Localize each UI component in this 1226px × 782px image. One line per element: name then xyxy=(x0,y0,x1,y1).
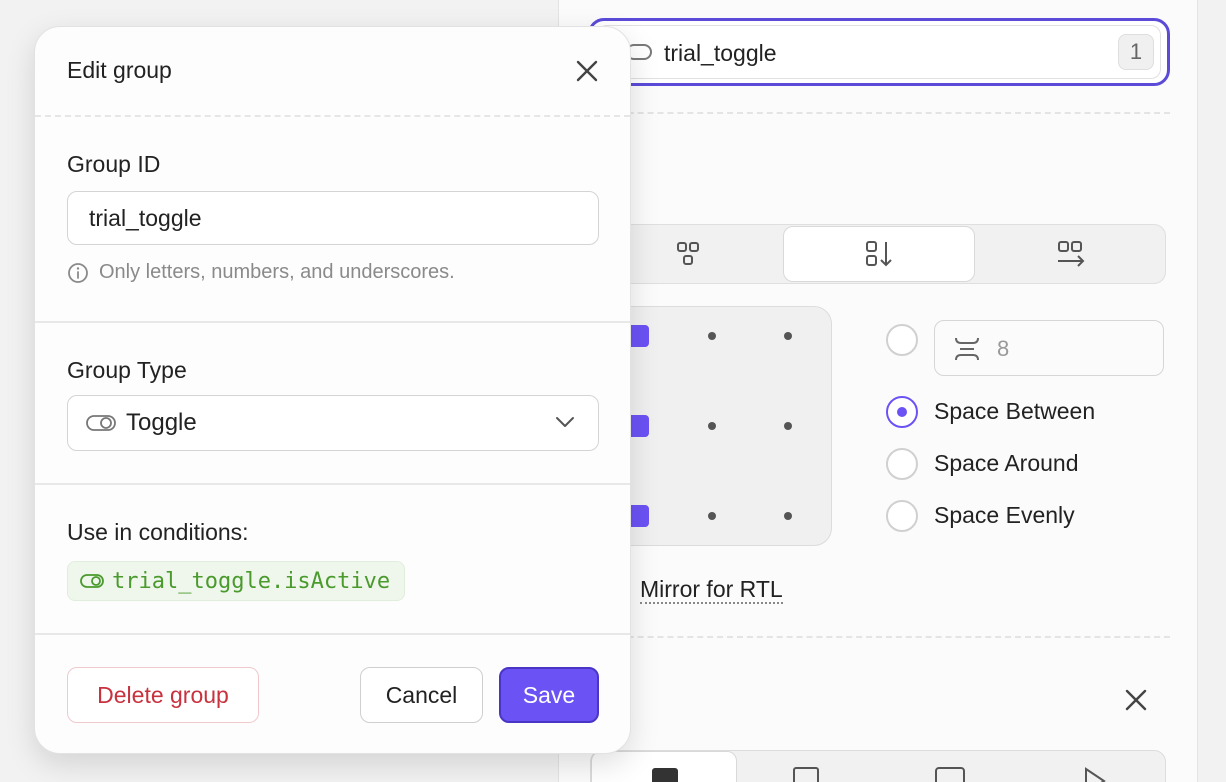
gap-icon xyxy=(955,337,979,361)
space-between-radio[interactable] xyxy=(886,396,918,428)
space-between-label: Space Between xyxy=(934,398,1096,424)
modal-title: Edit group xyxy=(67,57,172,83)
group-id-hint-text: Only letters, numbers, and underscores. xyxy=(99,261,455,283)
gap-input[interactable]: 8 xyxy=(934,320,1164,376)
direction-vertical-button[interactable] xyxy=(783,226,975,282)
divider xyxy=(588,636,1170,638)
info-icon xyxy=(68,262,88,283)
alignment-dot[interactable] xyxy=(784,512,792,520)
close-icon[interactable] xyxy=(1122,686,1150,714)
alignment-dot[interactable] xyxy=(708,422,716,430)
gap-radio[interactable] xyxy=(886,324,918,356)
space-around-radio[interactable] xyxy=(886,448,918,480)
horizontal-layout-icon xyxy=(1058,241,1085,267)
divider xyxy=(35,321,630,323)
edit-group-modal: Edit group Group ID Only letters, number… xyxy=(34,26,631,754)
space-evenly-radio[interactable] xyxy=(886,500,918,532)
delete-group-button[interactable]: Delete group xyxy=(67,667,259,723)
direction-horizontal-button[interactable] xyxy=(977,226,1165,282)
space-evenly-label: Space Evenly xyxy=(934,502,1075,528)
gap-value: 8 xyxy=(997,336,1010,361)
condition-code-text: trial_toggle.isActive xyxy=(112,568,391,594)
cancel-button[interactable]: Cancel xyxy=(360,667,483,723)
group-chip-label: trial_toggle xyxy=(664,40,777,66)
solid-fill-icon xyxy=(652,768,678,782)
fill-type-tabs xyxy=(590,750,1166,782)
group-id-hint: Only letters, numbers, and underscores. xyxy=(67,261,455,284)
mirror-rtl-label[interactable]: Mirror for RTL xyxy=(640,576,783,604)
group-id-input[interactable] xyxy=(67,191,599,245)
play-icon xyxy=(1085,767,1106,782)
toggle-icon xyxy=(86,415,116,431)
group-chip-count: 1 xyxy=(1118,34,1154,70)
wrap-layout-icon xyxy=(677,242,699,265)
alignment-dot[interactable] xyxy=(708,332,716,340)
group-type-value: Toggle xyxy=(126,409,197,436)
fill-video-tab[interactable] xyxy=(1071,751,1123,782)
group-chip[interactable]: trial_toggle 1 xyxy=(588,18,1170,86)
gradient-icon xyxy=(793,767,819,782)
group-chip-inner: trial_toggle 1 xyxy=(597,25,1161,79)
divider xyxy=(35,483,630,485)
image-icon xyxy=(935,767,965,782)
chevron-down-icon xyxy=(556,417,574,427)
condition-code-chip: trial_toggle.isActive xyxy=(67,561,406,601)
conditions-label: Use in conditions: xyxy=(67,519,249,545)
alignment-dot[interactable] xyxy=(784,332,792,340)
fill-image-tab[interactable] xyxy=(923,751,975,782)
divider xyxy=(588,112,1170,114)
direction-segmented-control xyxy=(596,224,1166,284)
group-type-label: Group Type xyxy=(67,357,187,383)
close-icon[interactable] xyxy=(571,57,603,87)
alignment-dot[interactable] xyxy=(784,422,792,430)
group-type-select[interactable]: Toggle xyxy=(67,395,599,451)
vertical-layout-icon xyxy=(866,241,892,267)
save-button[interactable]: Save xyxy=(499,667,599,723)
divider xyxy=(35,115,630,117)
alignment-dot[interactable] xyxy=(708,512,716,520)
fill-solid-tab[interactable] xyxy=(591,751,737,782)
group-id-label: Group ID xyxy=(67,151,161,177)
divider xyxy=(35,633,630,635)
space-around-label: Space Around xyxy=(934,450,1079,476)
fill-gradient-tab[interactable] xyxy=(781,751,833,782)
toggle-icon xyxy=(80,574,104,588)
